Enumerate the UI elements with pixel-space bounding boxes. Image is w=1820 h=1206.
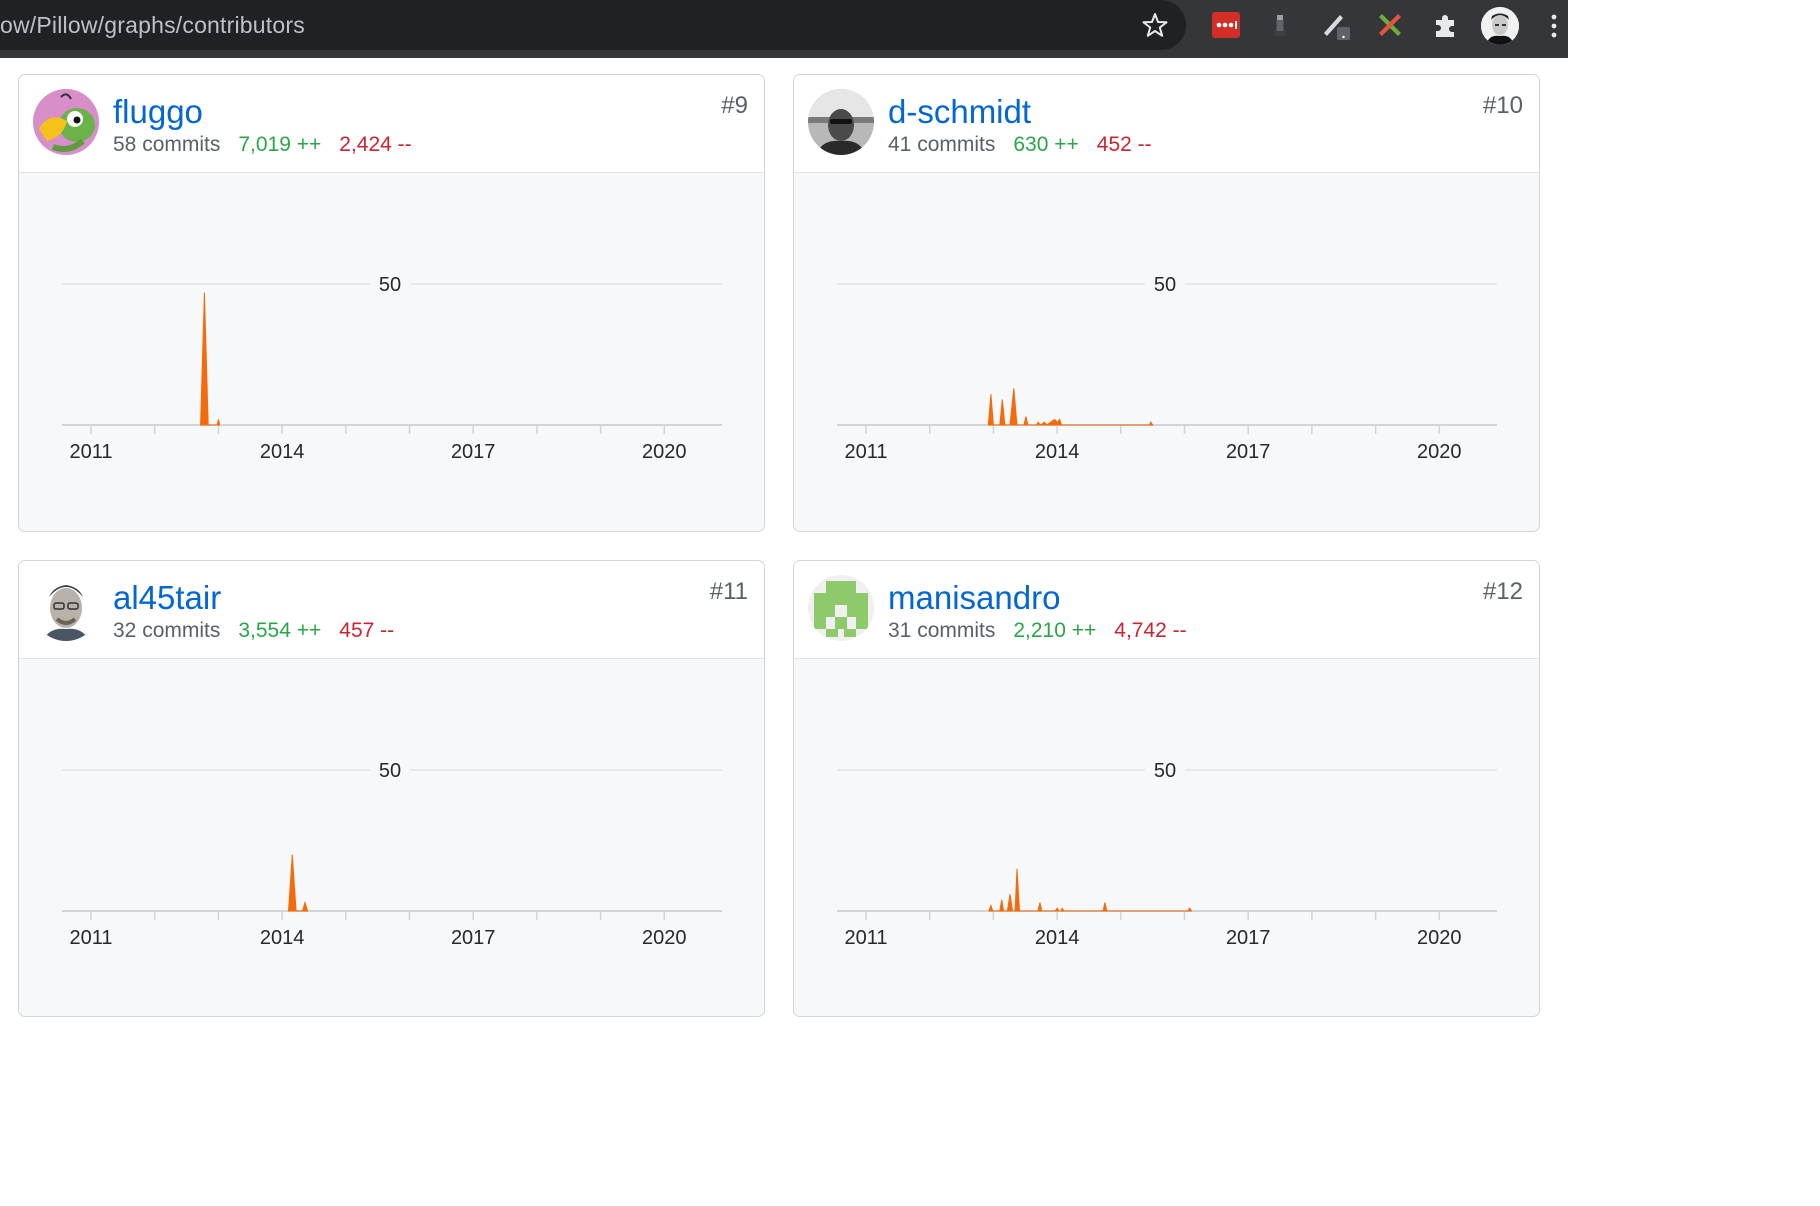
x-tick-label: 2020 xyxy=(1417,927,1462,949)
address-bar[interactable]: ow/Pillow/graphs/contributors xyxy=(0,0,1186,50)
commit-count: 41 commits xyxy=(888,133,996,156)
contributor-name-link[interactable]: manisandro xyxy=(888,579,1060,617)
avatar[interactable] xyxy=(33,575,99,641)
contributor-header: fluggo 58 commits 7,019 ++ 2,424 -- #9 xyxy=(19,75,764,173)
commit-area-series xyxy=(200,292,221,426)
additions-count: 630 ++ xyxy=(1013,133,1079,156)
extensions-puzzle-icon[interactable] xyxy=(1430,9,1462,41)
contributor-stats: 31 commits 2,210 ++ 4,742 -- xyxy=(888,619,1187,643)
contributor-card: al45tair 32 commits 3,554 ++ 457 -- #11 50… xyxy=(18,560,765,1017)
contributor-stats: 41 commits 630 ++ 452 -- xyxy=(888,133,1152,157)
avatar[interactable] xyxy=(33,89,99,155)
contributor-card: fluggo 58 commits 7,019 ++ 2,424 -- #9 50 2… xyxy=(18,74,765,532)
contributor-card: d-schmidt 41 commits 630 ++ 452 -- #10 50 2… xyxy=(793,74,1540,532)
x-tick-label: 2017 xyxy=(1226,441,1271,463)
commit-activity-chart: 50 2011 2014 2017 2020 xyxy=(837,758,1497,949)
contributor-header: al45tair 32 commits 3,554 ++ 457 -- #11 xyxy=(19,561,764,659)
commit-count: 31 commits xyxy=(888,619,996,642)
x-tick-label: 2014 xyxy=(260,441,305,463)
commit-area-series xyxy=(987,388,1154,426)
x-tick-label: 2011 xyxy=(69,927,112,949)
browser-toolbar: ow/Pillow/graphs/contributors xyxy=(0,0,1568,58)
contributor-stats: 58 commits 7,019 ++ 2,424 -- xyxy=(113,133,412,157)
contributor-header: d-schmidt 41 commits 630 ++ 452 -- #10 xyxy=(794,75,1539,173)
url-text: ow/Pillow/graphs/contributors xyxy=(0,12,305,38)
x-tick-label: 2011 xyxy=(844,927,887,949)
avatar[interactable] xyxy=(808,89,874,155)
commit-activity-chart: 50 2011 2014 2017 2020 xyxy=(62,758,722,949)
contributor-card: manisandro 31 commits 2,210 ++ 4,742 -- #1… xyxy=(793,560,1540,1017)
profile-avatar[interactable] xyxy=(1481,7,1519,45)
x-tick-label: 2017 xyxy=(451,441,496,463)
commit-count: 32 commits xyxy=(113,619,221,642)
deletions-count: 4,742 -- xyxy=(1114,619,1187,642)
x-tick-label: 2020 xyxy=(642,927,687,949)
x-tick-label: 2017 xyxy=(1226,927,1271,949)
cross-extension-icon[interactable] xyxy=(1374,9,1406,41)
commit-count: 58 commits xyxy=(113,133,221,156)
pen-extension-icon[interactable] xyxy=(1320,9,1352,41)
y-tick-label: 50 xyxy=(1154,760,1176,782)
deletions-count: 2,424 -- xyxy=(339,133,412,156)
additions-count: 7,019 ++ xyxy=(238,133,322,156)
contributor-header: manisandro 31 commits 2,210 ++ 4,742 -- #1… xyxy=(794,561,1539,659)
additions-count: 2,210 ++ xyxy=(1013,619,1097,642)
x-tick-label: 2011 xyxy=(69,441,112,463)
avatar[interactable] xyxy=(808,575,874,641)
commit-activity-chart: 50 2011 2014 2017 2020 xyxy=(837,272,1497,463)
x-tick-label: 2014 xyxy=(1035,441,1080,463)
commit-area-series xyxy=(287,854,309,912)
deletions-count: 452 -- xyxy=(1096,133,1152,156)
x-tick-label: 2014 xyxy=(1035,927,1080,949)
x-tick-label: 2020 xyxy=(642,441,687,463)
contributor-name-link[interactable]: fluggo xyxy=(113,93,203,131)
y-tick-label: 50 xyxy=(1154,274,1176,296)
chess-extension-icon[interactable] xyxy=(1264,9,1296,41)
contributor-name-link[interactable]: al45tair xyxy=(113,579,221,617)
lastpass-icon[interactable] xyxy=(1210,9,1242,41)
y-tick-label: 50 xyxy=(379,274,401,296)
y-tick-label: 50 xyxy=(379,760,401,782)
commit-area-series xyxy=(988,868,1193,912)
contributor-rank: #9 xyxy=(721,92,748,119)
x-tick-label: 2014 xyxy=(260,927,305,949)
x-tick-label: 2011 xyxy=(844,441,887,463)
x-tick-label: 2020 xyxy=(1417,441,1462,463)
contributor-name-link[interactable]: d-schmidt xyxy=(888,93,1031,131)
x-tick-label: 2017 xyxy=(451,927,496,949)
contributor-rank: #12 xyxy=(1482,578,1523,605)
browser-menu-icon[interactable] xyxy=(1548,10,1560,42)
contributor-stats: 32 commits 3,554 ++ 457 -- xyxy=(113,619,394,643)
commit-activity-chart: 50 2011 2014 2017 2020 xyxy=(62,272,722,463)
deletions-count: 457 -- xyxy=(339,619,395,642)
bookmark-star-icon[interactable] xyxy=(1140,10,1170,40)
contributor-rank: #11 xyxy=(709,578,748,605)
additions-count: 3,554 ++ xyxy=(238,619,322,642)
contributor-rank: #10 xyxy=(1482,92,1523,119)
